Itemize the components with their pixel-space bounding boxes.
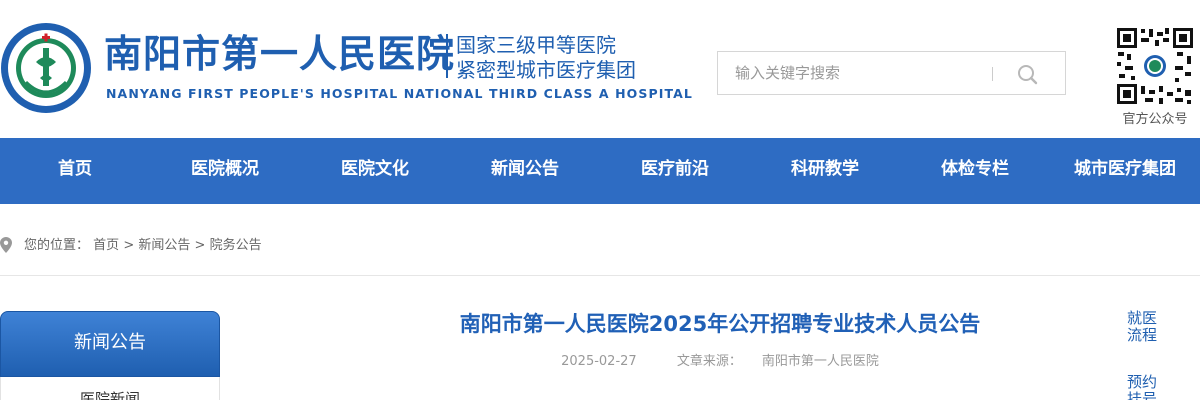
nav-item-culture[interactable]: 医院文化 [300, 138, 450, 204]
breadcrumb-prefix: 您的位置： [24, 238, 90, 253]
nav-item-home[interactable]: 首页 [0, 138, 150, 204]
breadcrumb: 您的位置： 首页 > 新闻公告 > 院务公告 [24, 234, 262, 253]
nav-item-medical-frontier[interactable]: 医疗前沿 [600, 138, 750, 204]
main-nav-bar: 首页 医院概况 医院文化 新闻公告 医疗前沿 科研教学 体检专栏 城市医疗集团 [0, 138, 1200, 204]
float-link-line: 预约 [1126, 373, 1157, 391]
breadcrumb-link-affairs[interactable]: 院务公告 [210, 238, 262, 253]
article-meta: 2025-02-27 文章来源： 南阳市第一人民医院 [360, 350, 1080, 369]
sidebar-item-hospital-news[interactable]: 医院新闻 [0, 377, 220, 400]
search-input[interactable] [718, 52, 993, 94]
hospital-level-label: 国家三级甲等医院 [456, 33, 616, 57]
breadcrumb-separator: > [123, 238, 135, 253]
location-pin-icon [0, 237, 12, 253]
nav-item-news[interactable]: 新闻公告 [450, 138, 600, 204]
hospital-emblem-logo[interactable] [0, 22, 92, 114]
search-icon [1018, 65, 1038, 85]
article-title: 南阳市第一人民医院2025年公开招聘专业技术人员公告 [459, 312, 981, 336]
float-link-line: 流程 [1126, 326, 1157, 344]
search-button[interactable] [1008, 60, 1048, 88]
article-source-label: 文章来源： [676, 354, 742, 369]
breadcrumb-link-news[interactable]: 新闻公告 [138, 238, 190, 253]
qr-code-image [1115, 26, 1195, 106]
article-source: 南阳市第一人民医院 [761, 354, 879, 369]
search-box [717, 51, 1066, 95]
qr-code-label: 官方公众号 [1122, 112, 1188, 127]
nav-item-research-teaching[interactable]: 科研教学 [750, 138, 900, 204]
float-link-appointment[interactable]: 预约 挂号 [1124, 374, 1160, 400]
float-link-line: 挂号 [1126, 390, 1157, 400]
hospital-name-cn: 南阳市第一人民医院 [104, 31, 456, 76]
float-link-visit-process[interactable]: 就医 流程 [1124, 310, 1160, 344]
nav-item-medical-group[interactable]: 城市医疗集团 [1050, 138, 1200, 204]
nav-item-checkup[interactable]: 体检专栏 [900, 138, 1050, 204]
breadcrumb-bar: 您的位置： 首页 > 新闻公告 > 院务公告 [0, 204, 1200, 276]
nav-item-about[interactable]: 医院概况 [150, 138, 300, 204]
article-date: 2025-02-27 [561, 354, 637, 369]
hospital-group-label: 紧密型城市医疗集团 [456, 58, 636, 82]
search-divider [992, 67, 993, 81]
hospital-name-en: NANYANG FIRST PEOPLE'S HOSPITAL NATIONAL… [106, 86, 693, 101]
float-link-line: 就医 [1126, 309, 1157, 327]
breadcrumb-link-home[interactable]: 首页 [93, 238, 119, 253]
sidebar-heading: 新闻公告 [0, 311, 220, 377]
breadcrumb-separator: > [194, 238, 206, 253]
title-divider [446, 34, 448, 78]
site-header: 南阳市第一人民医院 国家三级甲等医院 紧密型城市医疗集团 NANYANG FIR… [0, 0, 1200, 138]
